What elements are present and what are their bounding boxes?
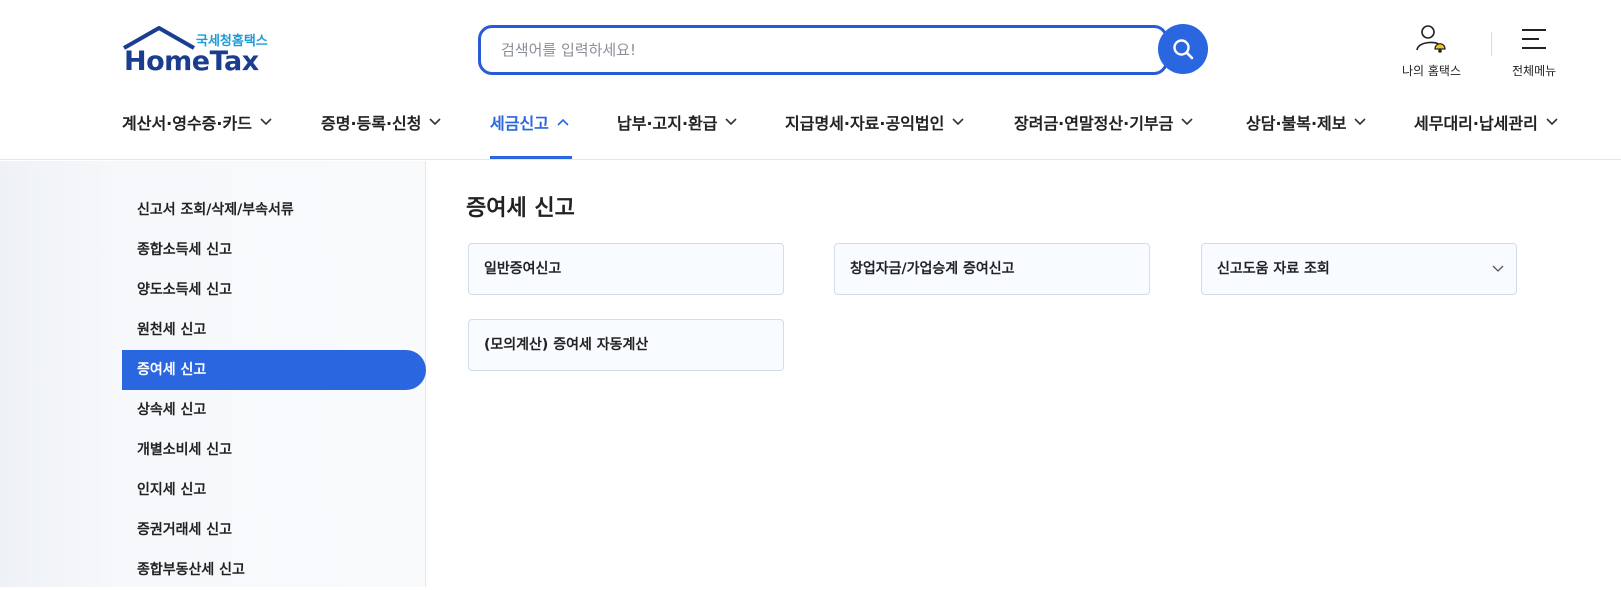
card-label: (모의계산) 증여세 자동계산 <box>484 337 649 353</box>
main-nav: 계산서·영수증·카드 증명·등록·신청 세금신고 납부·고지·환급 지급명세·자… <box>0 104 1621 160</box>
card-label: 창업자금/가업승계 증여신고 <box>850 261 1015 277</box>
card-startup-gift[interactable]: 창업자금/가업승계 증여신고 <box>834 243 1150 295</box>
sidebar-item-inheritance-tax[interactable]: 상속세 신고 <box>122 390 426 430</box>
chevron-up-icon <box>557 118 569 126</box>
hamburger-menu-icon <box>1522 29 1547 49</box>
my-hometax-button[interactable]: 나의 홈택스 <box>1402 22 1461 79</box>
chevron-down-icon <box>1492 265 1504 272</box>
search-input[interactable] <box>501 39 1141 61</box>
card-mock-calculation[interactable]: (모의계산) 증여세 자동계산 <box>468 319 784 371</box>
card-label: 신고도움 자료 조회 <box>1217 261 1330 277</box>
nav-label: 계산서·영수증·카드 <box>122 114 252 133</box>
nav-item-incentives[interactable]: 장려금·연말정산·기부금 <box>1014 110 1193 134</box>
nav-item-statements[interactable]: 지급명세·자료·공익법인 <box>785 110 964 134</box>
nav-label: 납부·고지·환급 <box>617 114 718 133</box>
sidebar: 신고서 조회/삭제/부속서류 종합소득세 신고 양도소득세 신고 원천세 신고 … <box>0 161 426 587</box>
sidebar-item-gift-tax[interactable]: 증여세 신고 <box>122 350 426 390</box>
nav-item-tax-agent[interactable]: 세무대리·납세관리 <box>1414 110 1558 134</box>
nav-item-certificate[interactable]: 증명·등록·신청 <box>321 110 442 134</box>
card-help-data[interactable]: 신고도움 자료 조회 <box>1201 243 1517 295</box>
my-hometax-label: 나의 홈택스 <box>1402 64 1462 78</box>
site-header: 국세청홈택스 HomeTax 나의 홈택스 <box>0 0 1621 160</box>
active-nav-indicator <box>490 156 572 159</box>
page-title: 증여세 신고 <box>466 196 575 221</box>
user-bell-icon <box>1415 25 1446 53</box>
sidebar-item-stamp-tax[interactable]: 인지세 신고 <box>122 470 426 510</box>
all-menu-button[interactable]: 전체메뉴 <box>1512 22 1556 79</box>
chevron-down-icon <box>1354 118 1367 126</box>
sidebar-item-report-lookup[interactable]: 신고서 조회/삭제/부속서류 <box>122 190 426 230</box>
nav-item-payment[interactable]: 납부·고지·환급 <box>617 110 738 134</box>
nav-label: 세금신고 <box>490 114 549 133</box>
utility-divider <box>1491 32 1492 56</box>
chevron-down-icon <box>429 118 442 126</box>
sidebar-item-withholding-tax[interactable]: 원천세 신고 <box>122 310 426 350</box>
card-general-gift[interactable]: 일반증여신고 <box>468 243 784 295</box>
chevron-down-icon <box>1181 118 1193 126</box>
search-box <box>478 25 1168 75</box>
chevron-down-icon <box>952 118 964 126</box>
search-button[interactable] <box>1158 24 1208 74</box>
chevron-down-icon <box>725 118 738 126</box>
sidebar-item-consumption-tax[interactable]: 개별소비세 신고 <box>122 430 426 470</box>
logo-title: HomeTax <box>124 46 259 77</box>
nav-label: 상담·불복·제보 <box>1246 114 1347 133</box>
sidebar-item-securities-tax[interactable]: 증권거래세 신고 <box>122 510 426 550</box>
nav-item-invoice[interactable]: 계산서·영수증·카드 <box>122 110 272 134</box>
chevron-down-icon <box>260 118 272 126</box>
sidebar-item-transfer-tax[interactable]: 양도소득세 신고 <box>122 270 426 310</box>
nav-label: 세무대리·납세관리 <box>1414 114 1538 133</box>
card-label: 일반증여신고 <box>484 261 562 277</box>
sidebar-item-income-tax[interactable]: 종합소득세 신고 <box>122 230 426 270</box>
nav-label: 장려금·연말정산·기부금 <box>1014 114 1174 133</box>
nav-label: 지급명세·자료·공익법인 <box>785 114 945 133</box>
hometax-logo[interactable]: 국세청홈택스 HomeTax <box>122 26 274 78</box>
search-icon <box>1173 39 1194 60</box>
all-menu-label: 전체메뉴 <box>1512 64 1557 78</box>
nav-label: 증명·등록·신청 <box>321 114 422 133</box>
nav-item-tax-filing[interactable]: 세금신고 <box>490 110 569 134</box>
nav-item-consultation[interactable]: 상담·불복·제보 <box>1246 110 1367 134</box>
sidebar-item-property-tax[interactable]: 종합부동산세 신고 <box>122 550 426 590</box>
chevron-down-icon <box>1546 118 1558 126</box>
